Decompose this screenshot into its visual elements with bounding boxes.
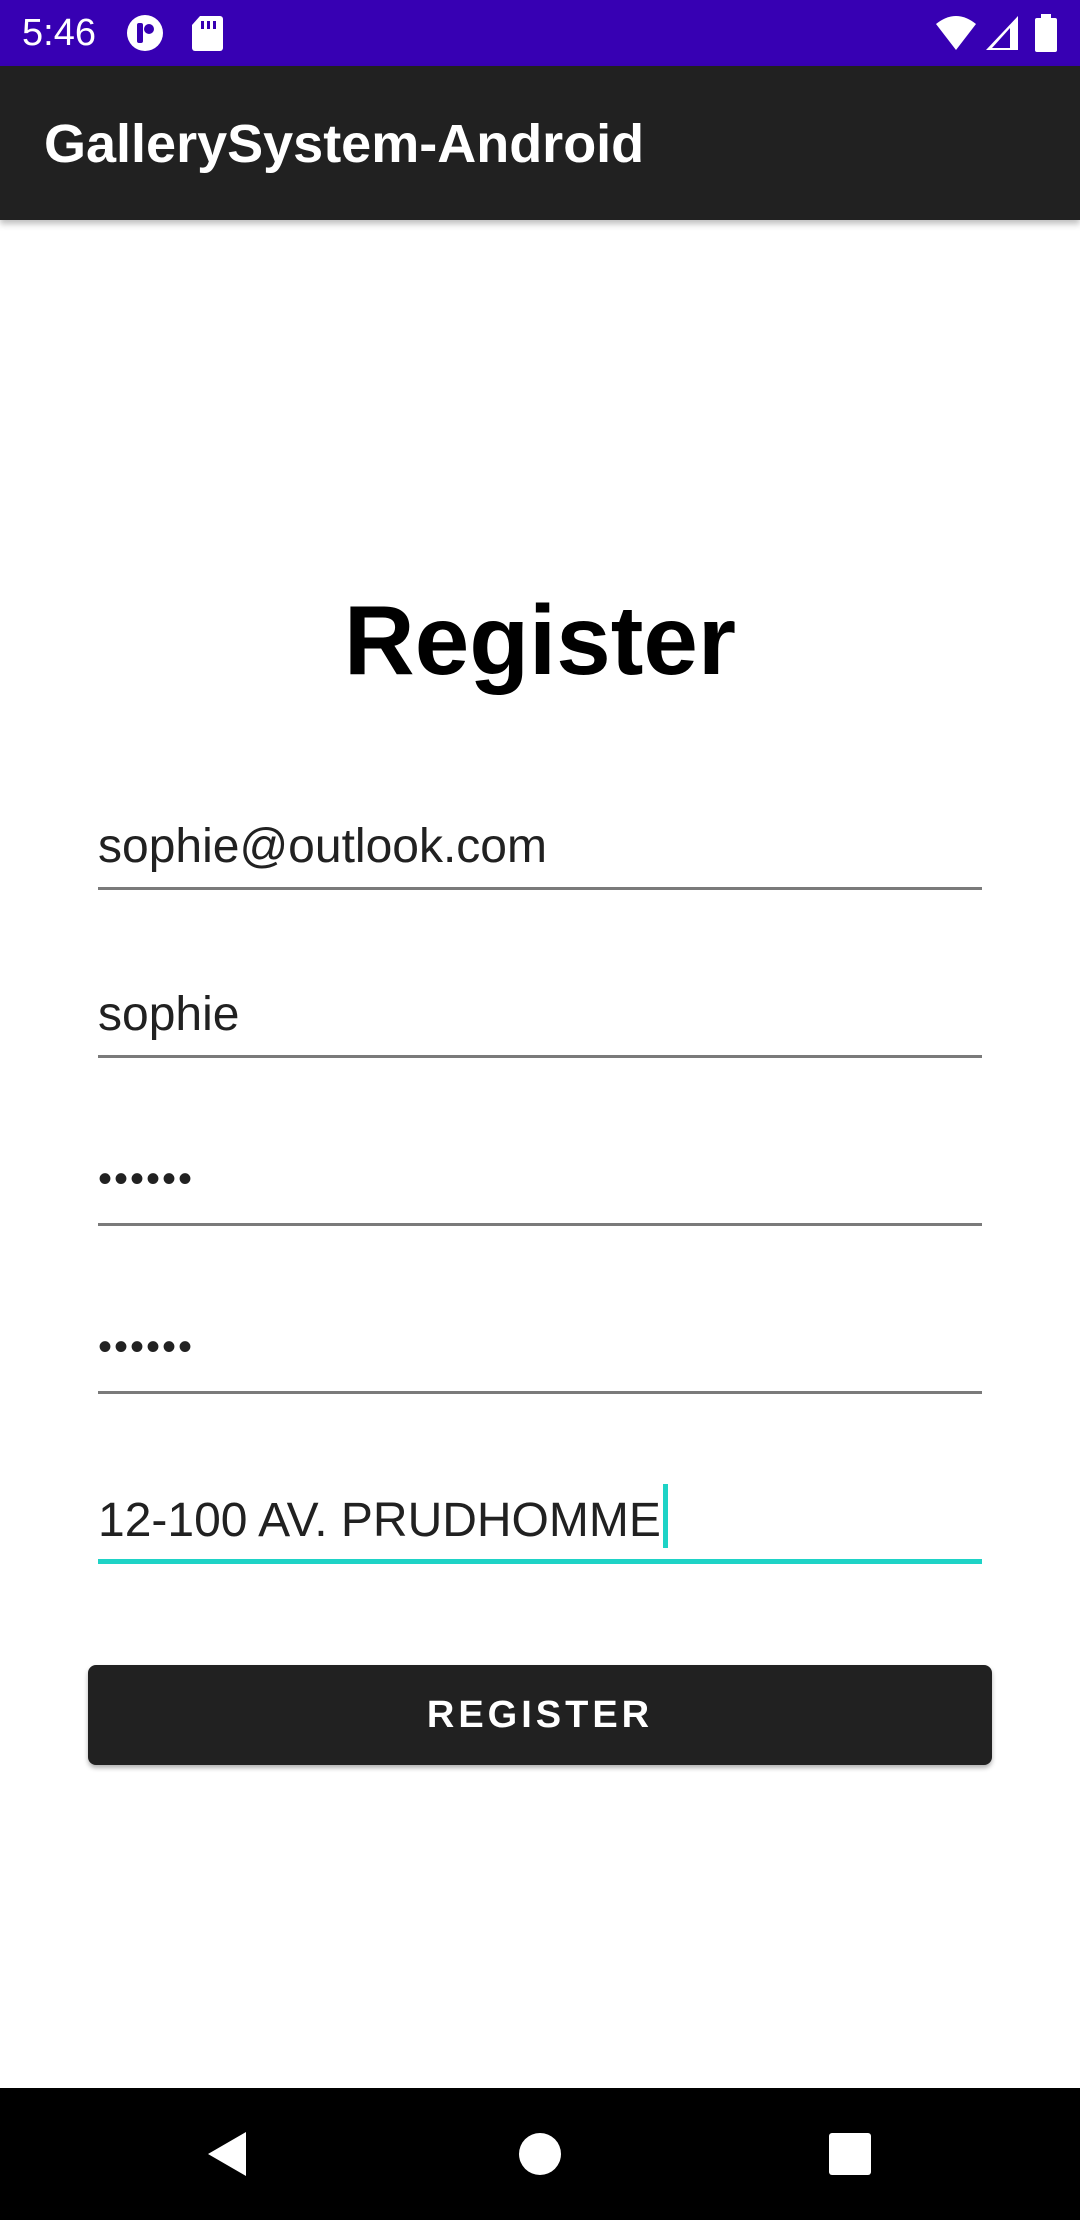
cell-signal-icon [984, 14, 1022, 52]
register-button[interactable]: REGISTER [88, 1665, 992, 1765]
email-underline [98, 887, 982, 890]
recents-icon[interactable] [818, 2122, 882, 2186]
address-underline [98, 1559, 982, 1564]
email-field[interactable]: sophie@outlook.com [98, 800, 982, 890]
username-underline [98, 1055, 982, 1058]
app-notification-icon [126, 14, 164, 52]
confirm-password-underline [98, 1391, 982, 1394]
register-heading: Register [343, 585, 737, 695]
password-underline [98, 1223, 982, 1226]
status-time: 5:46 [22, 12, 96, 54]
status-bar: 5:46 [0, 0, 1080, 66]
wifi-icon [934, 14, 978, 52]
confirm-password-value: •••••• [98, 1325, 195, 1369]
address-value-wrapper: 12-100 AV. PRUDHOMME [98, 1484, 668, 1550]
back-icon[interactable] [196, 2122, 260, 2186]
username-field[interactable]: sophie [98, 968, 982, 1058]
sd-card-icon [190, 14, 228, 52]
register-screen: 5:46 GallerySystem-Android Register soph… [0, 0, 1080, 2220]
text-cursor [662, 1484, 668, 1548]
confirm-password-field[interactable]: •••••• [98, 1304, 982, 1394]
home-icon[interactable] [508, 2122, 572, 2186]
email-value: sophie@outlook.com [98, 820, 547, 873]
address-field[interactable]: 12-100 AV. PRUDHOMME [98, 1474, 982, 1564]
navigation-bar [0, 2088, 1080, 2220]
app-title: GallerySystem-Android [44, 114, 645, 174]
password-field[interactable]: •••••• [98, 1136, 982, 1226]
battery-icon [1034, 14, 1058, 52]
username-value: sophie [98, 988, 240, 1041]
app-bar: GallerySystem-Android [0, 66, 1080, 220]
password-value: •••••• [98, 1157, 195, 1201]
address-value: 12-100 AV. PRUDHOMME [98, 1494, 661, 1547]
